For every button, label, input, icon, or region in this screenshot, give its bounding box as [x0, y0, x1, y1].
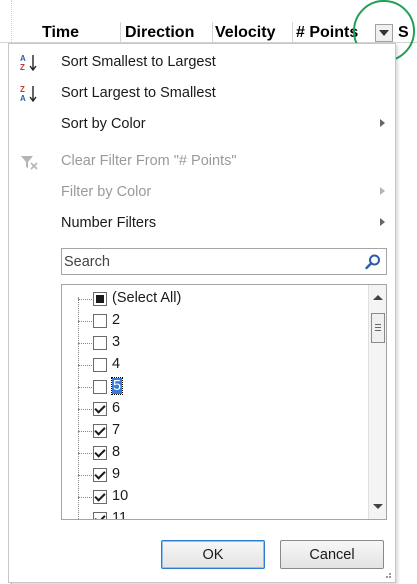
grip-line	[375, 327, 381, 328]
list-item-label: 3	[112, 334, 121, 350]
list-item-label: 9	[112, 466, 121, 482]
tree-connector	[78, 409, 92, 410]
header-divider	[292, 22, 293, 43]
list-item[interactable]: 4	[62, 354, 357, 376]
tree-connector	[78, 365, 92, 366]
submenu-arrow-icon	[380, 187, 385, 195]
list-item[interactable]: 3	[62, 332, 357, 354]
list-item-label: 2	[112, 312, 121, 328]
scroll-up-arrow-icon[interactable]	[373, 295, 383, 300]
list-item-label: 4	[112, 356, 121, 372]
sort-by-color-label: Sort by Color	[61, 116, 146, 132]
ok-button[interactable]: OK	[161, 540, 265, 569]
submenu-arrow-icon	[380, 218, 385, 226]
filter-by-color-label: Filter by Color	[61, 184, 152, 200]
header-time[interactable]: Time	[42, 22, 118, 43]
resize-grip-icon[interactable]	[382, 569, 392, 579]
tree-connector	[78, 299, 92, 300]
sort-z-a-icon: Z A	[19, 84, 39, 104]
tree-connector	[78, 497, 92, 498]
tree-connector	[78, 475, 92, 476]
svg-text:Z: Z	[20, 63, 25, 72]
value-checkbox[interactable]	[93, 314, 107, 328]
value-checkbox[interactable]	[93, 402, 107, 416]
sort-descending-item[interactable]: Z A Sort Largest to Smallest	[9, 79, 395, 107]
list-item[interactable]: 7	[62, 420, 357, 442]
list-item[interactable]: 8	[62, 442, 357, 464]
value-checkbox[interactable]	[93, 512, 107, 519]
number-filters-item[interactable]: Number Filters	[9, 209, 395, 237]
number-filters-label: Number Filters	[61, 215, 157, 231]
value-checkbox[interactable]	[93, 358, 107, 372]
list-scrollbar[interactable]	[368, 285, 386, 519]
grip-line	[375, 324, 381, 325]
list-item-label: 11	[112, 510, 128, 520]
header-direction[interactable]: Direction	[125, 22, 211, 43]
header-divider	[120, 22, 121, 43]
select-all-checkbox[interactable]	[93, 292, 107, 306]
sort-ascending-label: Sort Smallest to Largest	[61, 54, 216, 70]
cancel-button[interactable]: Cancel	[280, 540, 384, 569]
search-input[interactable]	[64, 251, 354, 272]
sort-a-z-icon: A Z	[19, 53, 39, 73]
value-checkbox[interactable]	[93, 424, 107, 438]
list-item[interactable]: 2	[62, 310, 357, 332]
svg-text:A: A	[20, 94, 26, 103]
value-checkbox[interactable]	[93, 446, 107, 460]
sort-ascending-item[interactable]: A Z Sort Smallest to Largest	[9, 48, 395, 76]
list-item-label: 6	[112, 400, 121, 416]
header-velocity[interactable]: Velocity	[215, 22, 291, 43]
tree-connector	[78, 343, 92, 344]
svg-text:A: A	[20, 54, 26, 63]
clear-filter-icon	[19, 152, 39, 172]
list-item[interactable]: 11	[62, 508, 357, 520]
filter-by-color-item[interactable]: Filter by Color	[9, 178, 395, 206]
list-item-label: 7	[112, 422, 121, 438]
list-item-select-all[interactable]: (Select All)	[62, 288, 357, 310]
magnifier-icon[interactable]	[364, 253, 382, 271]
sort-descending-label: Sort Largest to Smallest	[61, 85, 216, 101]
tree-connector	[78, 519, 92, 520]
list-item-label: 10	[112, 488, 129, 504]
list-item-label: (Select All)	[112, 290, 182, 306]
grip-line	[375, 330, 381, 331]
list-item-label: 8	[112, 444, 121, 460]
sort-by-color-item[interactable]: Sort by Color	[9, 110, 395, 138]
tree-connector	[78, 453, 92, 454]
value-checkbox[interactable]	[93, 336, 107, 350]
scroll-down-arrow-icon[interactable]	[373, 504, 383, 509]
list-item[interactable]: 6	[62, 398, 357, 420]
filter-values-list[interactable]: (Select All) 2 3 4 5 6 7 8 9 10 11	[61, 284, 387, 520]
tree-connector	[78, 321, 92, 322]
list-item[interactable]: 9	[62, 464, 357, 486]
list-item-label: 5	[110, 377, 124, 395]
list-item[interactable]: 10	[62, 486, 357, 508]
value-checkbox[interactable]	[93, 490, 107, 504]
tree-connector	[78, 387, 92, 388]
clear-filter-item[interactable]: Clear Filter From "# Points"	[9, 147, 395, 175]
scroll-thumb[interactable]	[371, 313, 385, 343]
header-divider	[212, 22, 213, 43]
value-checkbox[interactable]	[93, 468, 107, 482]
search-box[interactable]	[61, 248, 387, 275]
tree-connector	[78, 431, 92, 432]
value-checkbox[interactable]	[93, 380, 107, 394]
list-item[interactable]: 5	[62, 376, 357, 398]
clear-filter-label: Clear Filter From "# Points"	[61, 153, 237, 169]
submenu-arrow-icon	[380, 119, 385, 127]
svg-text:Z: Z	[20, 85, 25, 94]
autofilter-menu: A Z Sort Smallest to Largest Z A Sort La…	[8, 43, 396, 583]
